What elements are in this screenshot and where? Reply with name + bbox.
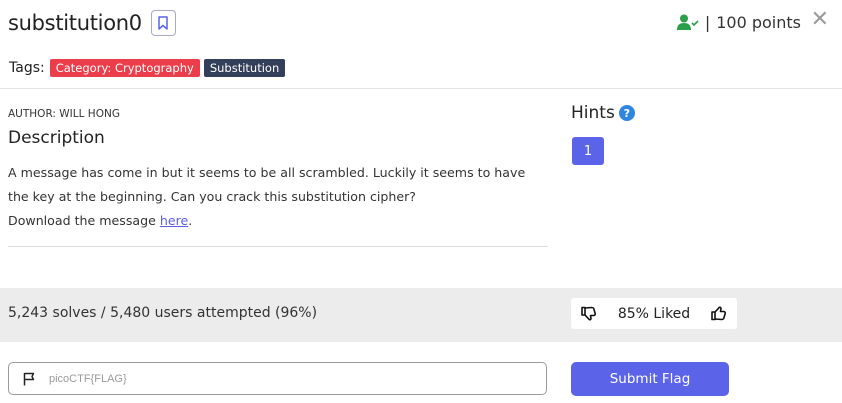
download-link[interactable]: here [160,213,188,228]
like-box: 85% Liked [571,298,737,329]
description-divider [8,246,548,247]
tags-label: Tags: [9,60,45,76]
tag-substitution[interactable]: Substitution [203,59,286,77]
flag-input-container [8,362,547,395]
flag-input[interactable] [49,372,509,385]
submit-flag-button[interactable]: Submit Flag [571,362,729,396]
description-heading: Description [8,128,105,148]
thumbs-up-icon[interactable] [711,306,727,321]
description-text: A message has come in but it seems to be… [8,161,548,233]
challenge-title: substitution0 [8,11,142,35]
points-value: 100 points [716,13,801,32]
bookmark-button[interactable] [150,10,176,36]
close-icon[interactable]: ✕ [811,9,829,31]
help-icon[interactable]: ? [618,105,635,121]
challenge-header: substitution0 [8,10,176,36]
tags-row: Tags: Category: Cryptography Substitutio… [9,59,289,77]
author: AUTHOR: WILL HONG [8,108,120,120]
hints-heading: Hints [571,103,615,123]
stats-bar: 5,243 solves / 5,480 users attempted (96… [0,288,842,342]
points-separator: | [704,13,711,32]
download-prefix: Download the message [8,213,160,228]
hint-button-1[interactable]: 1 [572,137,604,165]
liked-percentage: 85% Liked [617,305,691,322]
description-body: A message has come in but it seems to be… [8,165,526,204]
header-divider [0,88,842,89]
user-check-icon [676,14,699,30]
points-area: | 100 points [676,13,801,32]
flag-icon [23,372,35,385]
tag-category[interactable]: Category: Cryptography [49,59,200,77]
hints-header: Hints ? [571,103,635,123]
solves-count: 5,243 solves / 5,480 users attempted (96… [8,305,318,321]
thumbs-down-icon[interactable] [581,306,597,321]
download-suffix: . [188,213,193,228]
bookmark-icon [158,16,169,30]
